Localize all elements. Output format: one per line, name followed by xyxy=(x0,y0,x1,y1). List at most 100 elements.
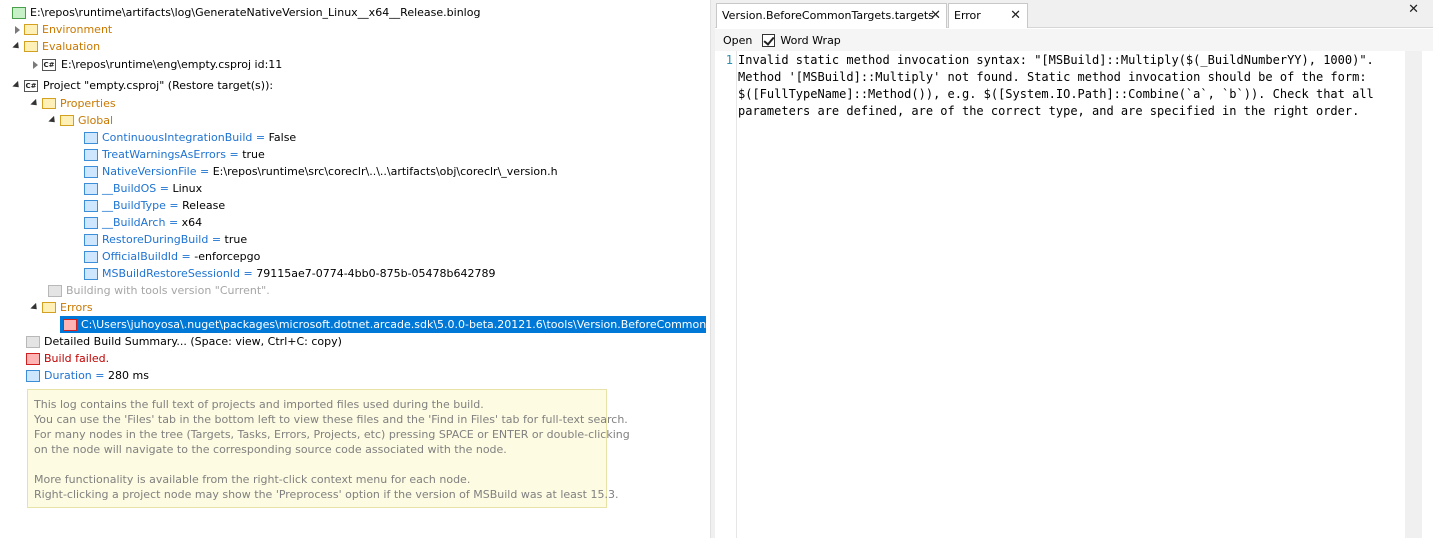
expand-arrow-icon[interactable] xyxy=(30,56,40,73)
collapse-arrow-icon[interactable] xyxy=(30,95,40,112)
property-name: RestoreDuringBuild xyxy=(102,233,209,246)
folder-icon xyxy=(24,41,38,52)
tree-node-eval-project[interactable]: C# E:\repos\runtime\eng\empty.csproj id:… xyxy=(30,56,282,73)
equals-sign: = xyxy=(252,131,269,144)
tree-node-evaluation[interactable]: Evaluation xyxy=(12,38,100,55)
tree-node-build-summary[interactable]: Detailed Build Summary... (Space: view, … xyxy=(26,333,342,350)
property-icon xyxy=(84,233,98,246)
folder-icon xyxy=(60,115,74,126)
help-info-box: This log contains the full text of proje… xyxy=(27,389,630,508)
tree-node-project[interactable]: C# Project "empty.csproj" (Restore targe… xyxy=(12,77,273,94)
csharp-project-icon: C# xyxy=(24,79,38,92)
summary-icon xyxy=(26,335,40,348)
property-icon xyxy=(84,182,98,195)
equals-sign: = xyxy=(240,267,257,280)
property-value: Release xyxy=(182,199,226,212)
property-item[interactable]: __BuildType = Release xyxy=(84,197,225,214)
property-name: __BuildArch xyxy=(102,216,166,229)
property-name: MSBuildRestoreSessionId xyxy=(102,267,241,280)
environment-label: Environment xyxy=(42,23,113,36)
collapse-arrow-icon[interactable] xyxy=(12,77,22,94)
property-name: ContinuousIntegrationBuild xyxy=(102,131,253,144)
property-icon xyxy=(84,165,98,178)
property-icon xyxy=(84,199,98,212)
folder-icon xyxy=(24,24,38,35)
document-panel: Version.BeforeCommonTargets.targets ✕ Er… xyxy=(715,0,1433,538)
property-item[interactable]: MSBuildRestoreSessionId = 79115ae7-0774-… xyxy=(84,265,496,282)
property-icon xyxy=(26,369,40,382)
tree-node-error-selected[interactable]: C:\Users\juhoyosa\.nuget\packages\micros… xyxy=(60,316,706,333)
property-value: true xyxy=(224,233,248,246)
tab-label: Version.BeforeCommonTargets.targets xyxy=(722,9,934,22)
close-all-icon[interactable]: ✕ xyxy=(1408,2,1419,17)
info-line: on the node will navigate to the corresp… xyxy=(34,443,507,456)
tree-node-binlog[interactable]: E:\repos\runtime\artifacts\log\GenerateN… xyxy=(12,4,480,21)
folder-icon xyxy=(42,98,56,109)
eval-project-label: E:\repos\runtime\eng\empty.csproj id:11 xyxy=(61,58,283,71)
property-value: -enforcepgo xyxy=(194,250,261,263)
error-item-label: C:\Users\juhoyosa\.nuget\packages\micros… xyxy=(81,318,706,331)
tab-error[interactable]: Error ✕ xyxy=(948,3,1028,28)
property-item[interactable]: __BuildArch = x64 xyxy=(84,214,202,231)
equals-sign: = xyxy=(196,165,213,178)
property-item[interactable]: ContinuousIntegrationBuild = False xyxy=(84,129,296,146)
info-line: Right-clicking a project node may show t… xyxy=(34,488,619,501)
tools-version-label: Building with tools version "Current". xyxy=(66,284,270,297)
build-failed-icon xyxy=(26,352,40,365)
tree-node-duration[interactable]: Duration = 280 ms xyxy=(26,367,149,384)
editor-toolbar: Open Word Wrap xyxy=(715,29,1433,51)
equals-sign: = xyxy=(156,182,173,195)
tree-node-properties[interactable]: Properties xyxy=(30,95,116,112)
tree-node-errors[interactable]: Errors xyxy=(30,299,93,316)
collapse-arrow-icon[interactable] xyxy=(30,299,40,316)
property-name: __BuildOS xyxy=(102,182,157,195)
tree-node-build-failed[interactable]: Build failed. xyxy=(26,350,109,367)
evaluation-label: Evaluation xyxy=(42,40,101,53)
text-editor[interactable]: 1 Invalid static method invocation synta… xyxy=(715,51,1405,538)
message-icon xyxy=(48,284,62,297)
line-number: 1 xyxy=(725,53,733,67)
property-icon xyxy=(84,250,98,263)
word-wrap-label[interactable]: Word Wrap xyxy=(780,34,840,47)
collapse-arrow-icon[interactable] xyxy=(12,38,22,55)
open-button[interactable]: Open xyxy=(723,34,752,47)
expand-arrow-icon[interactable] xyxy=(12,21,22,38)
property-value: False xyxy=(268,131,297,144)
info-line: For many nodes in the tree (Targets, Tas… xyxy=(34,428,630,441)
tab-version-targets[interactable]: Version.BeforeCommonTargets.targets ✕ xyxy=(716,3,947,28)
property-icon xyxy=(84,148,98,161)
global-label: Global xyxy=(78,114,114,127)
vertical-scrollbar[interactable] xyxy=(1405,51,1422,538)
close-icon[interactable]: ✕ xyxy=(930,4,941,27)
equals-sign: = xyxy=(165,216,182,229)
project-label: Project "empty.csproj" (Restore target(s… xyxy=(43,79,274,92)
property-icon xyxy=(84,131,98,144)
tree-node-tools-version[interactable]: Building with tools version "Current". xyxy=(48,282,270,299)
word-wrap-checkbox[interactable] xyxy=(762,33,776,47)
property-item[interactable]: TreatWarningsAsErrors = true xyxy=(84,146,265,163)
info-line: You can use the 'Files' tab in the botto… xyxy=(34,413,628,426)
properties-label: Properties xyxy=(60,97,116,110)
property-value: true xyxy=(242,148,265,161)
equals-sign: = xyxy=(178,250,195,263)
property-icon xyxy=(84,216,98,229)
error-folder-icon xyxy=(42,302,56,313)
tab-strip: Version.BeforeCommonTargets.targets ✕ Er… xyxy=(715,0,1433,28)
close-icon[interactable]: ✕ xyxy=(1010,4,1021,27)
build-tree-panel: E:\repos\runtime\artifacts\log\GenerateN… xyxy=(0,0,710,538)
duration-value: 280 ms xyxy=(108,369,149,382)
info-line: More functionality is available from the… xyxy=(34,473,471,486)
csharp-project-icon: C# xyxy=(42,58,56,71)
error-icon xyxy=(63,318,77,331)
equals-sign: = xyxy=(208,233,225,246)
property-item[interactable]: NativeVersionFile = E:\repos\runtime\src… xyxy=(84,163,558,180)
collapse-arrow-icon[interactable] xyxy=(48,112,58,129)
property-icon xyxy=(84,267,98,280)
tree-node-global[interactable]: Global xyxy=(48,112,113,129)
property-item[interactable]: __BuildOS = Linux xyxy=(84,180,202,197)
error-text[interactable]: Invalid static method invocation syntax:… xyxy=(738,52,1403,120)
property-item[interactable]: RestoreDuringBuild = true xyxy=(84,231,247,248)
property-item[interactable]: OfficialBuildId = -enforcepgo xyxy=(84,248,260,265)
property-value: E:\repos\runtime\src\coreclr\..\..\artif… xyxy=(212,165,558,178)
tree-node-environment[interactable]: Environment xyxy=(12,21,112,38)
